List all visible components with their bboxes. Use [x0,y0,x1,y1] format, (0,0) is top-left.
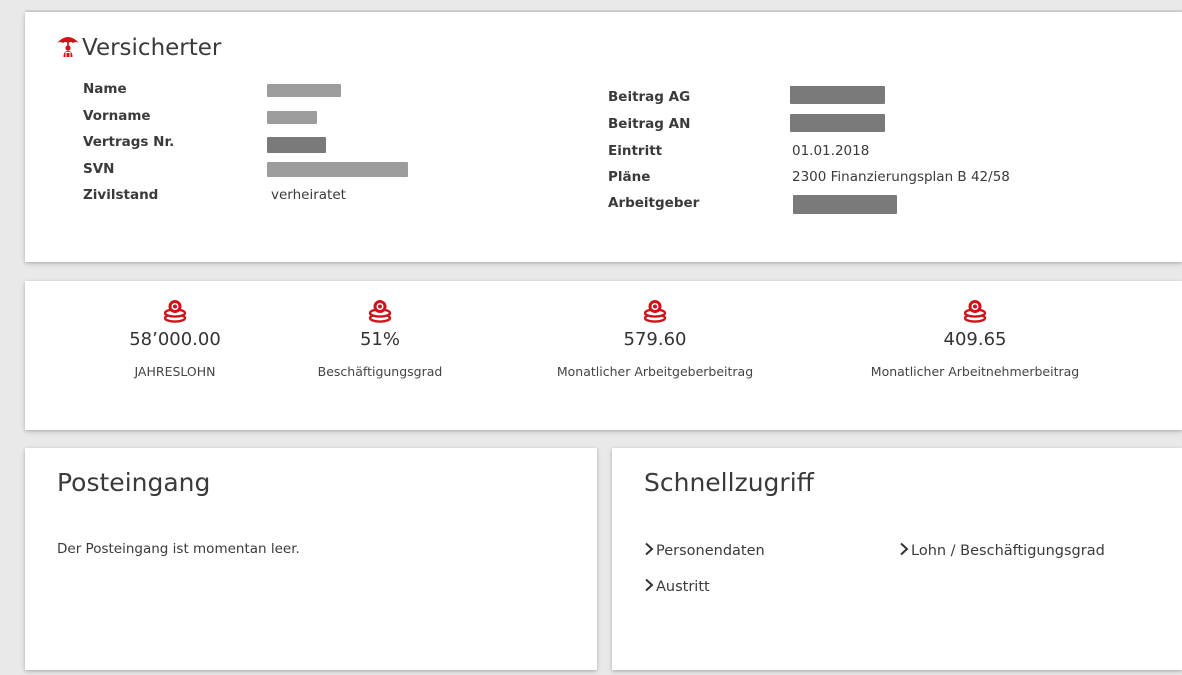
label-arbeitgeber: Arbeitgeber [608,195,700,211]
label-zivilstand: Zivilstand [83,187,159,203]
chevron-right-icon [644,542,654,560]
label-vorname: Vorname [83,108,151,124]
redacted-arbeitgeber [793,195,897,214]
versicherter-card: Versicherter Name Vorname Vertrags Nr. S… [25,12,1182,262]
value-zivilstand: verheiratet [271,187,346,203]
quicklink-label: Lohn / Beschäftigungsgrad [911,543,1105,559]
coins-icon [525,299,785,323]
redacted-vertrags-nr [267,137,326,153]
versicherter-title: Versicherter [82,35,222,61]
label-beitrag-an: Beitrag AN [608,116,691,132]
label-eintritt: Eintritt [608,143,663,159]
kpi-arbeitnehmerbeitrag: 409.65 Monatlicher Arbeitnehmerbeitrag [845,299,1105,379]
quicklink-austritt[interactable]: Austritt [644,578,710,596]
value-eintritt: 01.01.2018 [792,143,870,159]
kpi-value: 579.60 [623,329,687,350]
kpi-card: 58’000.00 JAHRESLOHN 51% Beschäftigungsg… [25,281,1182,430]
schnellzugriff-title: Schnellzugriff [644,468,814,497]
coins-icon [845,299,1105,323]
redacted-vorname [267,111,317,124]
kpi-label: Monatlicher Arbeitnehmerbeitrag [870,364,1080,379]
umbrella-person-icon [55,32,81,64]
quicklink-personendaten[interactable]: Personendaten [644,542,765,560]
redacted-beitrag-ag [790,86,885,104]
label-vertrags-nr: Vertrags Nr. [83,134,175,150]
coins-icon [250,299,510,323]
label-svn: SVN [83,161,115,177]
value-plaene: 2300 Finanzierungsplan B 42/58 [792,169,1010,185]
redacted-beitrag-an [790,114,885,132]
label-plaene: Pläne [608,169,651,185]
redacted-svn [267,162,408,177]
posteingang-card: Posteingang Der Posteingang ist momentan… [25,448,597,670]
posteingang-title: Posteingang [57,468,211,497]
versicherter-header: Versicherter [55,32,221,64]
quicklink-label: Austritt [656,579,710,595]
kpi-beschaeftigungsgrad: 51% Beschäftigungsgrad [250,299,510,379]
label-name: Name [83,81,127,97]
redacted-name [267,84,341,97]
kpi-label: Beschäftigungsgrad [317,364,443,379]
kpi-value: 51% [359,329,400,350]
kpi-value: 409.65 [943,329,1007,350]
kpi-arbeitgeberbeitrag: 579.60 Monatlicher Arbeitgeberbeitrag [525,299,785,379]
quicklink-lohn-beschaeftigungsgrad[interactable]: Lohn / Beschäftigungsgrad [899,542,1105,560]
schnellzugriff-card: Schnellzugriff Personendaten Lohn / Besc… [612,448,1182,670]
chevron-right-icon [644,578,654,596]
quicklink-label: Personendaten [656,543,765,559]
chevron-right-icon [899,542,909,560]
posteingang-empty-text: Der Posteingang ist momentan leer. [57,541,300,557]
kpi-label: Monatlicher Arbeitgeberbeitrag [556,364,754,379]
label-beitrag-ag: Beitrag AG [608,89,691,105]
